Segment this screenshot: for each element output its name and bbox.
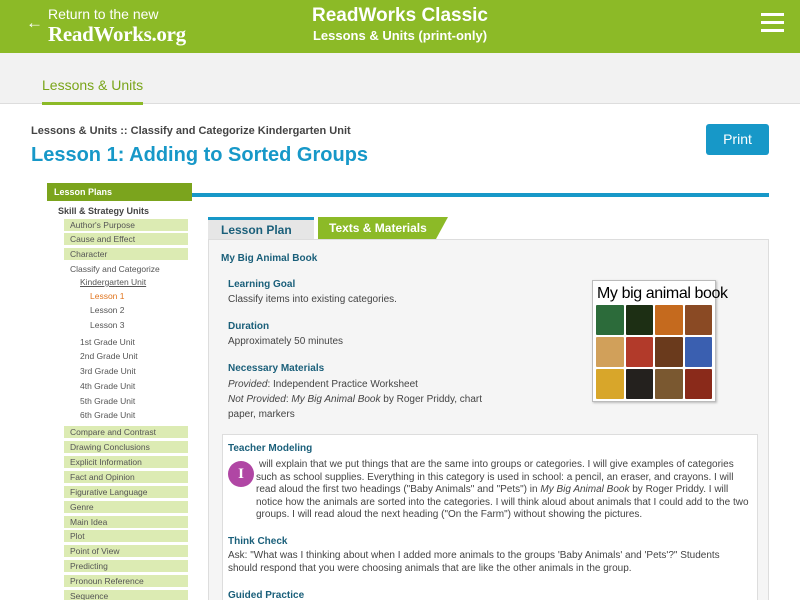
book-cover-image: My big animal book — [592, 280, 728, 402]
tm-line-2: such as school supplies. Everything in t… — [256, 472, 734, 483]
sidebar-item-compare-contrast[interactable]: Compare and Contrast — [64, 426, 188, 438]
tm-line-5: groups. I will read aloud the next headi… — [256, 509, 643, 520]
sidebar-item-fact-opinion[interactable]: Fact and Opinion — [64, 471, 188, 483]
return-link-text: Return to the new — [48, 6, 159, 22]
site-subtitle: Lessons & Units (print-only) — [312, 28, 488, 43]
tab-lesson-plan[interactable]: Lesson Plan — [208, 217, 314, 239]
sidebar-item-grade-1[interactable]: 1st Grade Unit — [80, 337, 135, 347]
teacher-modeling-heading: Teacher Modeling — [228, 443, 313, 454]
top-bar: ← Return to the new ReadWorks.org ReadWo… — [0, 0, 800, 53]
sidebar-item-lesson-3[interactable]: Lesson 3 — [90, 320, 125, 330]
sidebar-item-authors-purpose[interactable]: Author's Purpose — [64, 219, 188, 231]
tm-line-1: will explain that we put things that are… — [259, 459, 734, 470]
materials-heading: Necessary Materials — [228, 363, 325, 374]
sidebar-item-grade-4[interactable]: 4th Grade Unit — [80, 381, 135, 391]
divider — [192, 193, 769, 197]
sidebar-item-grade-6[interactable]: 6th Grade Unit — [80, 410, 135, 420]
tm-line-4: notice how the animals are sorted into t… — [256, 497, 749, 508]
sidebar-item-genre[interactable]: Genre — [64, 501, 188, 513]
back-arrow-icon: ← — [26, 13, 43, 32]
site-title: ReadWorks Classic — [311, 5, 488, 26]
materials-not-provided-cont: paper, markers — [228, 409, 295, 420]
tc-line-1: Ask: "What was I thinking about when I a… — [228, 550, 720, 561]
tc-line-2: should respond that you were choosing an… — [228, 563, 632, 574]
readworks-logo: ReadWorks.org — [48, 22, 186, 46]
hamburger-icon[interactable] — [761, 13, 784, 33]
duration-heading: Duration — [228, 321, 270, 332]
sidebar-section-title: Skill & Strategy Units — [58, 206, 150, 216]
i-badge-icon: I — [228, 461, 254, 487]
breadcrumb: Lessons & Units :: Classify and Categori… — [31, 125, 351, 137]
guided-practice-heading: Guided Practice — [228, 590, 305, 600]
nav-strip: Lessons & Units — [0, 53, 800, 105]
sidebar-item-lesson-1[interactable]: Lesson 1 — [90, 291, 125, 301]
sidebar-item-character[interactable]: Character — [64, 248, 188, 260]
book-title: My Big Animal Book — [221, 253, 318, 264]
sidebar-item-drawing-conclusions[interactable]: Drawing Conclusions — [64, 441, 188, 453]
learning-goal-heading: Learning Goal — [228, 279, 296, 290]
learning-goal-text: Classify items into existing categories. — [228, 294, 397, 305]
sidebar-item-pronoun-reference[interactable]: Pronoun Reference — [64, 575, 188, 587]
tab-corner — [436, 217, 448, 239]
sidebar-item-grade-5[interactable]: 5th Grade Unit — [80, 396, 135, 406]
sidebar-item-classify[interactable]: Classify and Categorize — [70, 264, 160, 274]
tm-line-3: read aloud the first two headings ("Baby… — [256, 484, 729, 495]
tab-lessons-units[interactable]: Lessons & Units — [42, 77, 144, 105]
sidebar-item-main-idea[interactable]: Main Idea — [64, 516, 188, 528]
sidebar-header: Lesson Plans — [47, 183, 192, 201]
sidebar-item-kindergarten[interactable]: Kindergarten Unit — [80, 277, 146, 287]
sidebar-item-explicit-information[interactable]: Explicit Information — [64, 456, 188, 468]
duration-text: Approximately 50 minutes — [228, 336, 344, 347]
sidebar-item-grade-2[interactable]: 2nd Grade Unit — [80, 351, 138, 361]
sidebar-item-plot[interactable]: Plot — [64, 530, 188, 542]
materials-not-provided: Not Provided: My Big Animal Book by Roge… — [228, 394, 483, 405]
sidebar-item-cause-effect[interactable]: Cause and Effect — [64, 233, 188, 245]
sidebar-item-predicting[interactable]: Predicting — [64, 560, 188, 572]
print-button[interactable]: Print — [706, 124, 769, 155]
animal-photo-grid — [596, 305, 712, 399]
page-title: Lesson 1: Adding to Sorted Groups — [31, 144, 369, 166]
book-cover-title: My big animal book — [597, 285, 728, 302]
tab-texts-materials[interactable]: Texts & Materials — [318, 217, 436, 239]
sidebar-item-point-of-view[interactable]: Point of View — [64, 545, 188, 557]
sidebar-item-grade-3[interactable]: 3rd Grade Unit — [80, 366, 136, 376]
sidebar-item-lesson-2[interactable]: Lesson 2 — [90, 305, 125, 315]
think-check-heading: Think Check — [228, 536, 288, 547]
sidebar-item-figurative-language[interactable]: Figurative Language — [64, 486, 188, 498]
materials-provided: Provided: Independent Practice Worksheet — [228, 379, 418, 390]
sidebar-item-sequence[interactable]: Sequence — [64, 590, 188, 600]
